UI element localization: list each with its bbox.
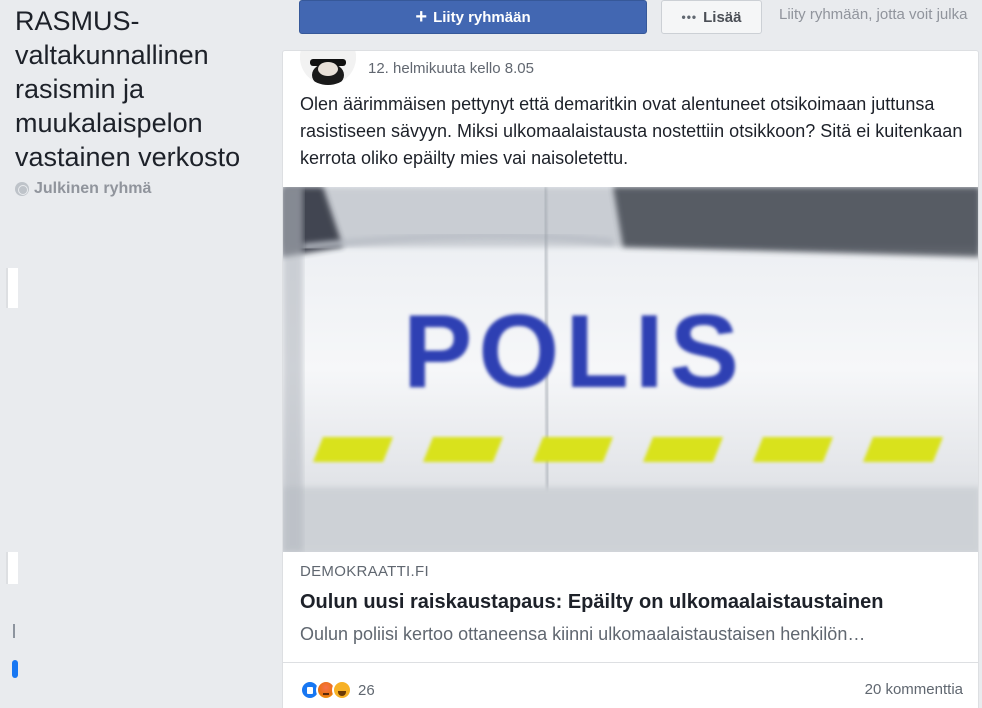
join-group-button[interactable]: + Liity ryhmään [299, 0, 647, 34]
group-title[interactable]: RASMUS-valtakunnallinen rasismin ja muuk… [15, 4, 265, 174]
join-group-label: Liity ryhmään [433, 8, 531, 26]
avatar[interactable] [300, 51, 356, 85]
sidebar-fragment [6, 268, 18, 308]
polis-lettering: POLIS [403, 294, 745, 410]
comment-count[interactable]: 20 kommenttia [865, 681, 963, 698]
link-domain[interactable]: DEMOKRAATTI.FI [300, 563, 429, 580]
post-text: Olen äärimmäisen pettynyt että demaritki… [300, 94, 963, 168]
more-button[interactable]: ••• Lisää [661, 0, 762, 34]
police-car-photo: POLIS [283, 187, 978, 552]
divider [283, 662, 978, 663]
link-preview-image[interactable]: POLIS [283, 187, 978, 552]
plus-icon: + [415, 6, 428, 28]
group-privacy: Julkinen ryhmä [15, 180, 151, 198]
dots-icon: ••• [681, 10, 698, 24]
post-card: 12. helmikuuta kello 8.05 Olen äärimmäis… [282, 50, 979, 708]
sidebar-fragment [13, 624, 15, 638]
avatar-image [300, 51, 356, 85]
sidebar-fragment [6, 552, 18, 584]
sidebar-fragment [12, 660, 18, 678]
group-sidebar: RASMUS-valtakunnallinen rasismin ja muuk… [0, 0, 270, 708]
globe-icon [15, 182, 29, 196]
post-timestamp[interactable]: 12. helmikuuta kello 8.05 [368, 60, 534, 77]
join-hint-text: Liity ryhmään, jotta voit julka [779, 6, 968, 23]
link-title[interactable]: Oulun uusi raiskaustapaus: Epäilty on ul… [300, 591, 970, 614]
reactions-summary[interactable]: 26 [300, 680, 375, 700]
group-type-label: Julkinen ryhmä [34, 180, 152, 197]
reaction-count: 26 [358, 681, 375, 699]
link-description[interactable]: Oulun poliisi kertoo ottaneensa kiinni u… [300, 624, 960, 645]
more-label: Lisää [703, 8, 742, 26]
haha-icon [332, 680, 352, 700]
